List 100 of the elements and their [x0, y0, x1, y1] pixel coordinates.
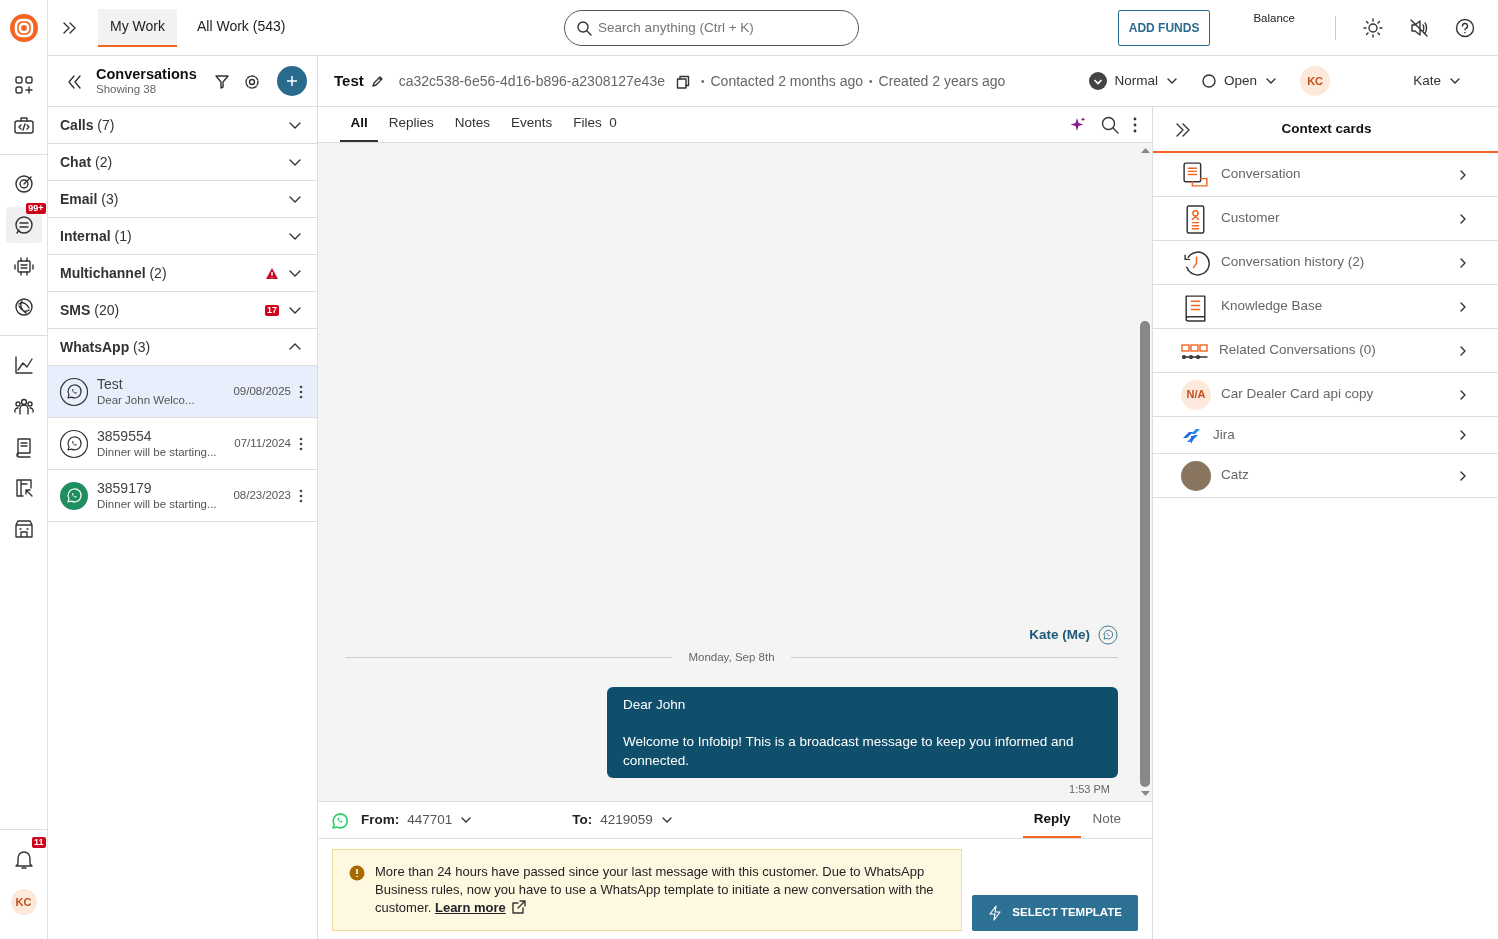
more-icon: [299, 436, 303, 451]
chevron-right-icon: [1458, 469, 1468, 482]
channel-group[interactable]: Internal (1): [48, 218, 317, 255]
chevron-right-icon: [1458, 344, 1468, 357]
chevron-right-icon: [1458, 212, 1468, 225]
group-label: SMS (20): [60, 300, 121, 320]
grid-icon: [12, 73, 35, 96]
status-dropdown[interactable]: Open: [1201, 69, 1279, 93]
conversation-tab[interactable]: Notes: [444, 107, 501, 142]
scroll-up-icon[interactable]: [1140, 147, 1150, 153]
sun-icon: [1363, 18, 1383, 39]
user-avatar[interactable]: KC: [10, 889, 37, 915]
select-template-button[interactable]: SELECT TEMPLATE: [972, 895, 1138, 931]
conversation-title: 3859554: [97, 428, 153, 445]
learn-more-link[interactable]: Learn more: [434, 900, 506, 915]
muted-speaker-icon: [1409, 18, 1429, 39]
assignee-dropdown[interactable]: Kate: [1412, 69, 1462, 93]
chevron-right-icon: [1458, 388, 1468, 401]
chevron-right-icon: [1458, 429, 1468, 441]
whatsapp-icon: [330, 811, 348, 829]
plus-icon: [286, 75, 298, 87]
work-tab[interactable]: My Work: [98, 8, 177, 47]
more-icon: [299, 384, 303, 399]
group-label: Internal (1): [60, 226, 133, 246]
channel-group[interactable]: Email (3): [48, 181, 317, 218]
conversation-tab[interactable]: Files 0: [562, 107, 628, 142]
conversation-item[interactable]: 3859554 Dinner will be starting... 07/11/2024: [48, 418, 317, 470]
sender-name: Kate (Me): [1029, 626, 1090, 644]
external-link-icon: [511, 900, 526, 914]
message-bubble: Dear John Welcome to Infobip! This is a broadcast message to keep you informed and connected.: [607, 686, 1118, 778]
to-dropdown[interactable]: To: 4219059: [571, 808, 674, 832]
conversation-item[interactable]: 3859179 Dinner will be starting... 08/23/2023: [48, 470, 317, 522]
robot-icon: [12, 254, 35, 277]
group-label: Multichannel (2): [60, 263, 168, 283]
balance-label: Balance: [1253, 11, 1295, 26]
notification-badge: 11: [32, 836, 46, 848]
pencil-icon: [370, 75, 384, 89]
chevron-right-icon: [1458, 300, 1468, 313]
conversation-id: ca32c538-6e56-4d16-b896-a2308127e43e: [398, 71, 665, 91]
more-icon: [299, 488, 303, 503]
search-field[interactable]: Search anything (Ctrl + K): [564, 9, 860, 46]
bullet-separator: •: [700, 74, 705, 89]
priority-dropdown[interactable]: Normal: [1087, 69, 1180, 93]
composer-tab[interactable]: Reply: [1022, 802, 1082, 838]
target-icon: [12, 172, 35, 195]
conversation-icon: [1181, 159, 1211, 190]
assignee-avatar: KC: [1300, 66, 1331, 96]
composer-tab[interactable]: Note: [1081, 802, 1132, 838]
work-tab[interactable]: All Work (543): [184, 8, 298, 47]
contacted-time: Contacted 2 months ago: [710, 71, 864, 91]
conversation-title: Test: [97, 376, 124, 393]
chevron-right-icon: [1458, 168, 1468, 181]
message-preview: Dinner will be starting...: [97, 497, 217, 511]
conversation-date: 09/08/2025: [233, 383, 291, 399]
message-preview: Dinner will be starting...: [97, 445, 217, 459]
from-dropdown[interactable]: From: 447701: [360, 808, 474, 832]
conversation-title: Test: [334, 70, 364, 91]
group-label: Chat (2): [60, 152, 114, 172]
conversation-tab[interactable]: Replies: [378, 107, 445, 142]
bullet-separator: •: [869, 74, 873, 89]
conversation-item[interactable]: Test Dear John Welco... 09/08/2025: [48, 366, 317, 418]
channel-group[interactable]: Multichannel (2): [48, 255, 317, 292]
store-icon: [12, 517, 35, 540]
group-label: WhatsApp (3): [60, 337, 152, 357]
swirl-icon: [12, 295, 35, 318]
help-icon: [1455, 18, 1475, 39]
scroll-down-icon[interactable]: [1140, 791, 1150, 797]
warning-icon: [349, 865, 365, 881]
logo-icon: [8, 13, 39, 43]
filter-icon: [214, 73, 230, 90]
count-badge: 17: [265, 304, 279, 316]
add-funds-button[interactable]: ADD FUNDS: [1117, 9, 1211, 46]
panel-title: Conversations: [96, 66, 198, 83]
channel-group[interactable]: Chat (2): [48, 144, 317, 181]
copy-icon: [675, 74, 690, 89]
search-icon: [1101, 116, 1119, 135]
group-label: Calls (7): [60, 115, 116, 135]
message-time: 1:53 PM: [1069, 781, 1110, 797]
line-chart-icon: [12, 353, 35, 376]
conversation-title: 3859179: [97, 480, 153, 497]
add-button[interactable]: [277, 66, 307, 96]
linked-chats-icon: [1181, 342, 1209, 359]
notification-badge: 99+: [26, 202, 46, 214]
channel-group[interactable]: SMS (20) 17: [48, 292, 317, 329]
date-divider: Monday, Sep 8th: [688, 650, 775, 666]
channel-group[interactable]: Calls (7): [48, 107, 317, 144]
chevron-right-icon: [1458, 256, 1468, 269]
result-count: Showing 38: [96, 83, 158, 96]
gear-icon: [244, 73, 260, 90]
initials-avatar: N/A: [1181, 379, 1211, 410]
conversation-tab[interactable]: Events: [500, 107, 563, 142]
panel-title: Context cards: [1280, 119, 1373, 138]
created-time: Created 2 years ago: [878, 71, 1006, 91]
warning-text: More than 24 hours have passed since your last message with this customer. Due to WhatsApp Business rules, now you have to use a WhatsApp template to initiate a new conversation with the customer. Learn more: [375, 863, 935, 917]
check-circle-icon: [1088, 72, 1107, 90]
group-label: Email (3): [60, 189, 120, 209]
message-preview: Dear John Welco...: [97, 393, 195, 407]
circle-icon: [1202, 74, 1217, 88]
more-icon: [1133, 117, 1137, 134]
conversation-date: 08/23/2023: [233, 487, 291, 503]
